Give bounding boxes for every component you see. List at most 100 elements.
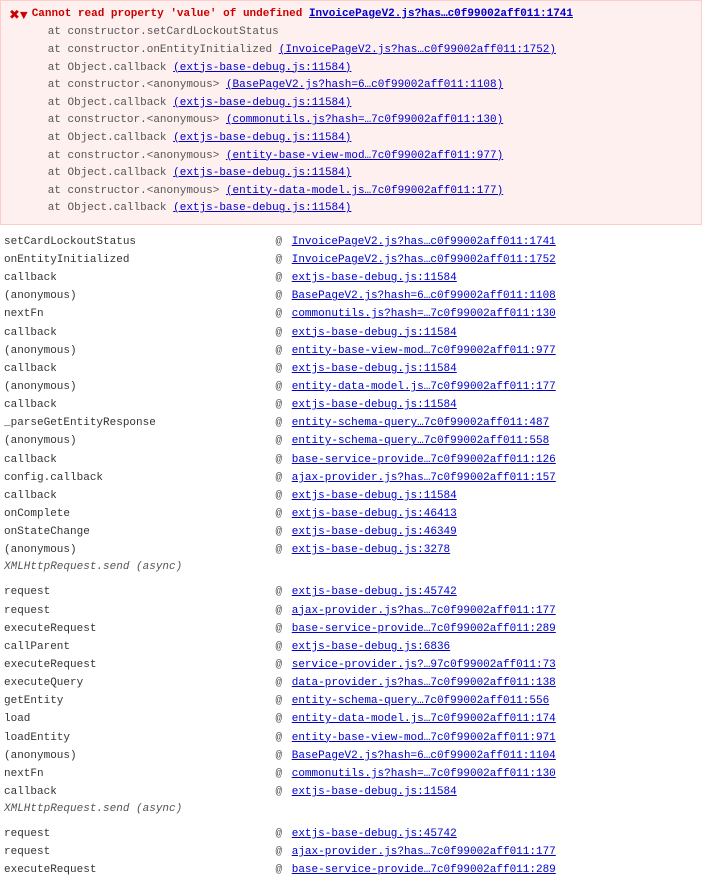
call-file-anchor[interactable]: base-service-provide…7c0f99002aff011:126	[292, 454, 556, 466]
call-file-anchor[interactable]: entity-schema-query…7c0f99002aff011:556	[292, 695, 549, 707]
call-file-anchor[interactable]: extjs-base-debug.js:46349	[292, 526, 457, 538]
call-file-anchor[interactable]: entity-data-model.js…7c0f99002aff011:177	[292, 381, 556, 393]
call-file-link[interactable]: entity-schema-query…7c0f99002aff011:487	[292, 414, 702, 432]
call-file-link[interactable]: base-service-provide…7c0f99002aff011:289	[292, 861, 702, 879]
stack-link[interactable]: (commonutils.js?hash=…7c0f99002aff011:13…	[226, 114, 503, 126]
call-func-name: (anonymous)	[0, 432, 276, 450]
call-file-link[interactable]: extjs-base-debug.js:45742	[292, 825, 702, 843]
call-at-symbol: @	[276, 360, 292, 378]
call-file-link[interactable]: ajax-provider.js?has…7c0f99002aff011:177	[292, 843, 702, 861]
call-file-anchor[interactable]: commonutils.js?hash=…7c0f99002aff011:130	[292, 768, 556, 780]
call-func-name: loadEntity	[0, 729, 276, 747]
stack-trace: at constructor.setCardLockoutStatus at c…	[32, 24, 573, 218]
call-file-anchor[interactable]: base-service-provide…7c0f99002aff011:289	[292, 864, 556, 876]
call-func-name: request	[0, 583, 276, 601]
call-file-link[interactable]: extjs-base-debug.js:11584	[292, 487, 702, 505]
call-file-link[interactable]: InvoicePageV2.js?has…c0f99002aff011:1741	[292, 233, 702, 251]
call-file-link[interactable]: base-service-provide…7c0f99002aff011:126	[292, 451, 702, 469]
call-file-anchor[interactable]: BasePageV2.js?hash=6…c0f99002aff011:1108	[292, 290, 556, 302]
call-file-anchor[interactable]: InvoicePageV2.js?has…c0f99002aff011:1752	[292, 254, 556, 266]
call-file-link[interactable]: data-provider.js?has…7c0f99002aff011:138	[292, 674, 702, 692]
call-file-anchor[interactable]: extjs-base-debug.js:45742	[292, 828, 457, 840]
call-file-link[interactable]: commonutils.js?hash=…7c0f99002aff011:130	[292, 765, 702, 783]
stack-link[interactable]: (extjs-base-debug.js:11584)	[173, 62, 351, 74]
call-file-anchor[interactable]: entity-schema-query…7c0f99002aff011:558	[292, 435, 549, 447]
call-file-anchor[interactable]: service-provider.js?…97c0f99002aff011:73	[292, 659, 556, 671]
call-file-link[interactable]: entity-schema-query…7c0f99002aff011:556	[292, 692, 702, 710]
stack-link[interactable]: (entity-data-model.js…7c0f99002aff011:17…	[226, 185, 503, 197]
call-file-anchor[interactable]: data-provider.js?has…7c0f99002aff011:138	[292, 677, 556, 689]
call-stack-row: onStateChange@extjs-base-debug.js:46349	[0, 523, 702, 541]
call-at-symbol: @	[276, 843, 292, 861]
call-file-link[interactable]: entity-base-view-mod…7c0f99002aff011:971	[292, 729, 702, 747]
call-file-link[interactable]: extjs-base-debug.js:11584	[292, 360, 702, 378]
call-file-anchor[interactable]: entity-base-view-mod…7c0f99002aff011:971	[292, 732, 556, 744]
call-stack-table: request@extjs-base-debug.js:45742 request…	[0, 825, 702, 879]
call-stack-row: callParent@extjs-base-debug.js:6836	[0, 638, 702, 656]
call-at-symbol: @	[276, 505, 292, 523]
stack-link[interactable]: (InvoicePageV2.js?has…c0f99002aff011:175…	[279, 44, 556, 56]
call-file-link[interactable]: entity-data-model.js…7c0f99002aff011:174	[292, 710, 702, 728]
stack-line: at constructor.<anonymous> (entity-base-…	[48, 148, 573, 166]
call-file-anchor[interactable]: ajax-provider.js?has…7c0f99002aff011:157	[292, 472, 556, 484]
call-file-link[interactable]: ajax-provider.js?has…7c0f99002aff011:157	[292, 469, 702, 487]
call-file-anchor[interactable]: extjs-base-debug.js:11584	[292, 272, 457, 284]
call-at-symbol: @	[276, 305, 292, 323]
call-file-anchor[interactable]: commonutils.js?hash=…7c0f99002aff011:130	[292, 308, 556, 320]
call-file-link[interactable]: extjs-base-debug.js:11584	[292, 324, 702, 342]
call-file-link[interactable]: base-service-provide…7c0f99002aff011:289	[292, 620, 702, 638]
call-file-anchor[interactable]: extjs-base-debug.js:11584	[292, 786, 457, 798]
call-file-link[interactable]: service-provider.js?…97c0f99002aff011:73	[292, 656, 702, 674]
call-file-link[interactable]: InvoicePageV2.js?has…c0f99002aff011:1752	[292, 251, 702, 269]
stack-link[interactable]: (extjs-base-debug.js:11584)	[173, 167, 351, 179]
call-stack-row: request@ajax-provider.js?has…7c0f99002af…	[0, 843, 702, 861]
call-file-link[interactable]: entity-schema-query…7c0f99002aff011:558	[292, 432, 702, 450]
call-stack-row: executeRequest@base-service-provide…7c0f…	[0, 861, 702, 879]
call-at-symbol: @	[276, 487, 292, 505]
call-file-anchor[interactable]: ajax-provider.js?has…7c0f99002aff011:177	[292, 846, 556, 858]
call-file-anchor[interactable]: BasePageV2.js?hash=6…c0f99002aff011:1104	[292, 750, 556, 762]
stack-link[interactable]: (BasePageV2.js?hash=6…c0f99002aff011:110…	[226, 79, 503, 91]
stack-link[interactable]: (entity-base-view-mod…7c0f99002aff011:97…	[226, 150, 503, 162]
error-message: Cannot read property 'value' of undefine…	[32, 8, 309, 20]
stack-line: at Object.callback (extjs-base-debug.js:…	[48, 165, 573, 183]
call-file-anchor[interactable]: extjs-base-debug.js:11584	[292, 327, 457, 339]
call-file-link[interactable]: extjs-base-debug.js:11584	[292, 396, 702, 414]
call-file-link[interactable]: ajax-provider.js?has…7c0f99002aff011:177	[292, 602, 702, 620]
call-file-link[interactable]: extjs-base-debug.js:46349	[292, 523, 702, 541]
call-file-link[interactable]: commonutils.js?hash=…7c0f99002aff011:130	[292, 305, 702, 323]
call-stack-row: (anonymous)@extjs-base-debug.js:3278	[0, 541, 702, 559]
call-file-link[interactable]: BasePageV2.js?hash=6…c0f99002aff011:1104	[292, 747, 702, 765]
call-file-anchor[interactable]: extjs-base-debug.js:3278	[292, 544, 450, 556]
call-at-symbol: @	[276, 747, 292, 765]
stack-link[interactable]: (extjs-base-debug.js:11584)	[173, 132, 351, 144]
call-file-anchor[interactable]: extjs-base-debug.js:11584	[292, 490, 457, 502]
error-source-link[interactable]: InvoicePageV2.js?has…c0f99002aff011:1741	[309, 8, 573, 20]
call-func-name: callback	[0, 396, 276, 414]
call-file-anchor[interactable]: extjs-base-debug.js:6836	[292, 641, 450, 653]
call-file-link[interactable]: extjs-base-debug.js:3278	[292, 541, 702, 559]
call-file-link[interactable]: extjs-base-debug.js:46413	[292, 505, 702, 523]
call-file-anchor[interactable]: ajax-provider.js?has…7c0f99002aff011:177	[292, 605, 556, 617]
call-file-link[interactable]: entity-data-model.js…7c0f99002aff011:177	[292, 378, 702, 396]
call-func-name: request	[0, 825, 276, 843]
call-file-link[interactable]: extjs-base-debug.js:11584	[292, 269, 702, 287]
call-file-anchor[interactable]: entity-data-model.js…7c0f99002aff011:174	[292, 713, 556, 725]
call-file-link[interactable]: extjs-base-debug.js:6836	[292, 638, 702, 656]
call-file-anchor[interactable]: extjs-base-debug.js:45742	[292, 586, 457, 598]
call-file-anchor[interactable]: InvoicePageV2.js?has…c0f99002aff011:1741	[292, 236, 556, 248]
call-file-link[interactable]: BasePageV2.js?hash=6…c0f99002aff011:1108	[292, 287, 702, 305]
stack-link[interactable]: (extjs-base-debug.js:11584)	[173, 97, 351, 109]
call-file-link[interactable]: entity-base-view-mod…7c0f99002aff011:977	[292, 342, 702, 360]
call-at-symbol: @	[276, 287, 292, 305]
call-file-anchor[interactable]: extjs-base-debug.js:11584	[292, 363, 457, 375]
call-file-anchor[interactable]: extjs-base-debug.js:11584	[292, 399, 457, 411]
call-at-symbol: @	[276, 541, 292, 559]
call-file-anchor[interactable]: extjs-base-debug.js:46413	[292, 508, 457, 520]
call-file-anchor[interactable]: entity-schema-query…7c0f99002aff011:487	[292, 417, 549, 429]
call-file-anchor[interactable]: base-service-provide…7c0f99002aff011:289	[292, 623, 556, 635]
call-file-anchor[interactable]: entity-base-view-mod…7c0f99002aff011:977	[292, 345, 556, 357]
call-file-link[interactable]: extjs-base-debug.js:11584	[292, 783, 702, 801]
stack-link[interactable]: (extjs-base-debug.js:11584)	[173, 202, 351, 214]
call-file-link[interactable]: extjs-base-debug.js:45742	[292, 583, 702, 601]
